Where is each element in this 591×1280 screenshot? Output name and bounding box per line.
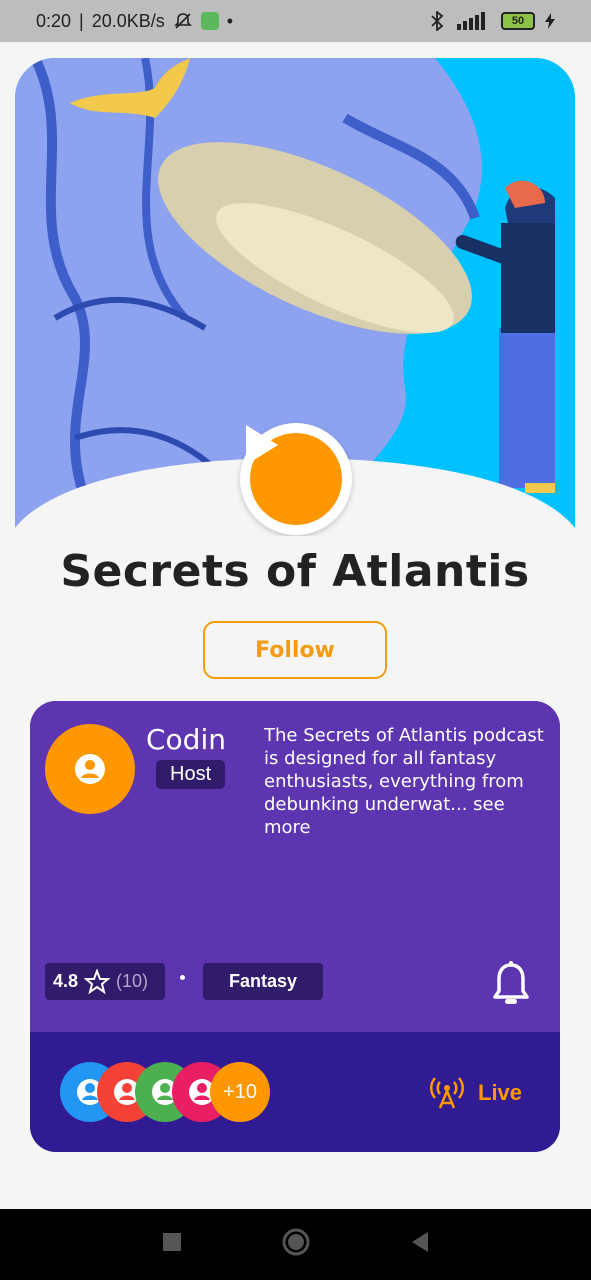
bell-icon[interactable] xyxy=(491,961,531,1012)
play-icon xyxy=(246,425,342,525)
status-dot: • xyxy=(226,10,234,31)
broadcast-icon xyxy=(430,1077,464,1109)
circle-icon xyxy=(282,1228,309,1256)
mute-bell-icon xyxy=(173,11,193,31)
host-card-top: Codin Host The Secrets of Atlantis podca… xyxy=(30,701,560,1032)
app-notification-icon xyxy=(200,12,219,30)
android-nav-bar xyxy=(0,1209,591,1280)
rating-badge: 4.8 (10) xyxy=(45,963,165,1000)
status-separator: | xyxy=(79,10,84,31)
home-button[interactable] xyxy=(282,1228,310,1261)
follow-button[interactable]: Follow xyxy=(203,621,387,679)
more-listeners-count[interactable]: +10 xyxy=(210,1062,270,1122)
host-name: Codin xyxy=(146,723,226,756)
podcast-page: Secrets of Atlantis Follow Codin Host Th… xyxy=(15,44,577,1194)
recents-button[interactable] xyxy=(162,1232,182,1257)
status-right: 50 xyxy=(429,11,555,31)
host-avatar[interactable] xyxy=(45,724,135,814)
star-icon xyxy=(84,968,111,994)
play-button[interactable] xyxy=(240,423,352,535)
live-indicator[interactable]: Live xyxy=(430,1076,522,1110)
signal-icon xyxy=(455,12,491,30)
status-speed: 20.0KB/s xyxy=(91,10,165,31)
status-left: 0:20 | 20.0KB/s • xyxy=(36,11,233,32)
podcast-description: The Secrets of Atlantis podcast is desig… xyxy=(264,724,546,839)
charging-icon xyxy=(545,13,555,29)
rating-value: 4.8 xyxy=(53,971,79,991)
status-bar: 0:20 | 20.0KB/s • 50 xyxy=(0,0,591,42)
podcast-title: Secrets of Atlantis xyxy=(60,546,530,597)
host-card: Codin Host The Secrets of Atlantis podca… xyxy=(30,701,560,1152)
bluetooth-icon xyxy=(429,11,445,31)
host-role-badge: Host xyxy=(156,760,226,789)
live-label: Live xyxy=(478,1080,523,1105)
genre-badge[interactable]: Fantasy xyxy=(203,963,323,1000)
back-button[interactable] xyxy=(410,1231,430,1258)
hero-illustration xyxy=(15,58,575,536)
back-triangle-icon xyxy=(411,1232,428,1252)
user-icon xyxy=(75,754,105,784)
host-card-bottom: +10 Live xyxy=(30,1032,560,1152)
battery-indicator: 50 xyxy=(501,12,535,30)
status-time: 0:20 xyxy=(36,10,72,31)
rating-count: (10) xyxy=(116,971,149,991)
meta-separator xyxy=(180,975,185,980)
square-icon xyxy=(162,1233,181,1251)
